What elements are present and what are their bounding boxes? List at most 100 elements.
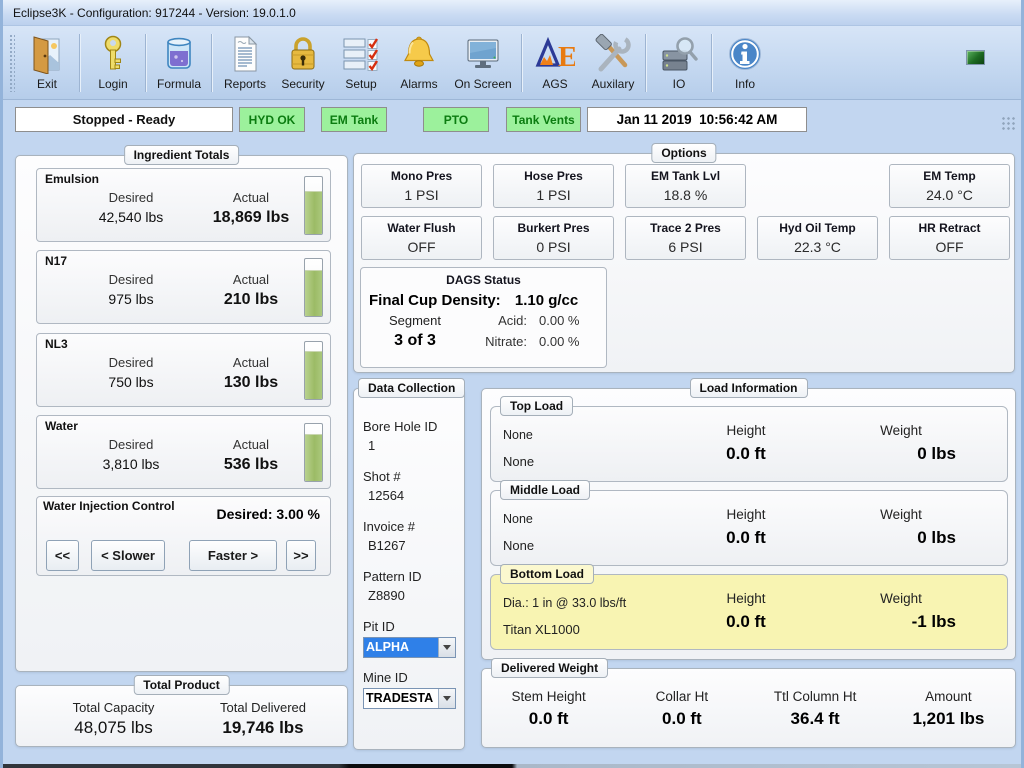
tile-label: Hyd Oil Temp <box>779 221 855 235</box>
water-injection-desired: Desired: 3.00 % <box>217 506 321 522</box>
total-capacity-label: Total Capacity <box>41 700 186 715</box>
shot-number-field: Shot # 12564 <box>363 469 464 503</box>
amount-column: Amount 1,201 lbs <box>882 689 1015 729</box>
tile-label: EM Temp <box>923 169 975 183</box>
info-button[interactable]: Info <box>716 30 774 91</box>
hr-retract-tile: HR Retract OFF <box>889 216 1010 260</box>
ingredient-name: Emulsion <box>45 172 99 186</box>
column-label: Stem Height <box>482 689 615 704</box>
tank-vents-indicator: Tank Vents <box>506 107 581 132</box>
load-line1: None <box>503 428 533 442</box>
delivered-weight-panel: Delivered Weight Stem Height 0.0 ft Coll… <box>481 668 1016 748</box>
formula-button[interactable]: Formula <box>150 30 208 91</box>
toolbar-item-label: Reports <box>224 77 266 91</box>
actual-label: Actual <box>189 437 313 452</box>
tile-value: 1 PSI <box>404 187 438 203</box>
load-line2: None <box>503 454 534 469</box>
pit-id-combobox[interactable]: ALPHA <box>363 637 456 658</box>
dags-status-panel: DAGS Status Final Cup Density: 1.10 g/cc… <box>360 267 607 368</box>
load-information-title: Load Information <box>690 378 808 398</box>
field-value: 12564 <box>368 488 464 503</box>
login-button[interactable]: Login <box>84 30 142 91</box>
tile-value: 18.8 % <box>664 187 708 203</box>
field-value: Z8890 <box>368 588 464 603</box>
hyd-ok-indicator: HYD OK <box>239 107 305 132</box>
faster-button[interactable]: Faster > <box>189 540 277 571</box>
data-collection-title: Data Collection <box>358 378 465 398</box>
dropdown-arrow-icon[interactable] <box>438 689 455 708</box>
ingredient-row-nl3: NL3 Desired 750 lbs Actual 130 lbs <box>36 333 331 407</box>
toolbar-grip[interactable] <box>9 34 15 92</box>
ingredient-totals-title: Ingredient Totals <box>124 145 240 165</box>
main-content: Ingredient Totals Emulsion Desired 42,54… <box>3 138 1021 764</box>
height-label: Height <box>681 591 811 606</box>
water-flush-tile: Water Flush OFF <box>361 216 482 260</box>
field-label: Invoice # <box>363 519 464 534</box>
final-cup-density-label: Final Cup Density: <box>369 292 501 309</box>
datetime-display: Jan 11 2019 10:56:42 AM <box>587 107 807 132</box>
weight-label: Weight <box>836 507 966 522</box>
desired-value: 750 lbs <box>69 374 193 390</box>
setup-button[interactable]: Setup <box>332 30 390 91</box>
status-strip: Stopped - Ready HYD OK EM Tank PTO Tank … <box>3 100 1021 138</box>
toolbar-item-label: Security <box>281 77 324 91</box>
actual-value: 210 lbs <box>189 291 313 309</box>
tile-value: OFF <box>408 239 436 255</box>
exit-button[interactable]: Exit <box>18 30 76 91</box>
ingredient-row-n17: N17 Desired 975 lbs Actual 210 lbs <box>36 250 331 324</box>
alarms-button[interactable]: Alarms <box>390 30 448 91</box>
mono-pres-tile: Mono Pres 1 PSI <box>361 164 482 208</box>
much-slower-button[interactable]: << <box>46 540 79 571</box>
height-label: Height <box>681 507 811 522</box>
pit-id-field: Pit ID ALPHA <box>363 619 464 658</box>
column-label: Collar Ht <box>615 689 748 704</box>
nitrate-label: Nitrate: <box>461 334 527 349</box>
burkert-pres-tile: Burkert Pres 0 PSI <box>493 216 614 260</box>
toolbar-separator <box>211 34 213 92</box>
padlock-icon <box>281 32 325 76</box>
toolbar-item-label: Alarms <box>400 77 437 91</box>
resize-grip[interactable] <box>1001 116 1015 130</box>
delivered-weight-title: Delivered Weight <box>491 658 608 678</box>
trace-2-pres-tile: Trace 2 Pres 6 PSI <box>625 216 746 260</box>
middle-load-section: Middle Load None None Height 0.0 ft Weig… <box>490 490 1008 566</box>
reports-button[interactable]: Reports <box>216 30 274 91</box>
toolbar-item-label: Info <box>735 77 755 91</box>
toolbar-separator <box>79 34 81 92</box>
middle-load-title: Middle Load <box>500 480 590 500</box>
exit-door-icon <box>25 32 69 76</box>
dropdown-arrow-icon[interactable] <box>438 638 455 657</box>
level-gauge <box>304 176 323 235</box>
slower-button[interactable]: < Slower <box>91 540 165 571</box>
key-icon <box>91 32 135 76</box>
app-window: Eclipse3K - Configuration: 917244 - Vers… <box>0 0 1024 768</box>
column-value: 36.4 ft <box>749 709 882 729</box>
io-button[interactable]: IO <box>650 30 708 91</box>
title-bar: Eclipse3K - Configuration: 917244 - Vers… <box>3 0 1021 26</box>
nitrate-value: 0.00 % <box>527 334 607 349</box>
bottom-load-title: Bottom Load <box>500 564 594 584</box>
mine-id-combobox[interactable]: TRADESTA <box>363 688 456 709</box>
auxilary-button[interactable]: Auxilary <box>584 30 642 91</box>
ags-button[interactable]: E AGS <box>526 30 584 91</box>
much-faster-button[interactable]: >> <box>286 540 316 571</box>
security-button[interactable]: Security <box>274 30 332 91</box>
hose-pres-tile: Hose Pres 1 PSI <box>493 164 614 208</box>
desired-value: 3,810 lbs <box>69 456 193 472</box>
height-value: 0.0 ft <box>681 528 811 548</box>
height-value: 0.0 ft <box>681 444 811 464</box>
actual-value: 18,869 lbs <box>189 209 313 227</box>
tile-value: 24.0 °C <box>926 187 973 203</box>
weight-value: 0 lbs <box>821 528 956 548</box>
pattern-id-field: Pattern ID Z8890 <box>363 569 464 603</box>
em-tank-indicator: EM Tank <box>321 107 387 132</box>
tools-icon <box>591 32 635 76</box>
level-gauge <box>304 258 323 317</box>
tile-label: Burkert Pres <box>517 221 589 235</box>
mine-id-field: Mine ID TRADESTA <box>363 670 464 709</box>
on-screen-button[interactable]: On Screen <box>448 30 518 91</box>
weight-value: 0 lbs <box>821 444 956 464</box>
main-toolbar: Exit Login <box>3 26 1021 100</box>
em-temp-tile: EM Temp 24.0 °C <box>889 164 1010 208</box>
tile-label: EM Tank Lvl <box>651 169 720 183</box>
